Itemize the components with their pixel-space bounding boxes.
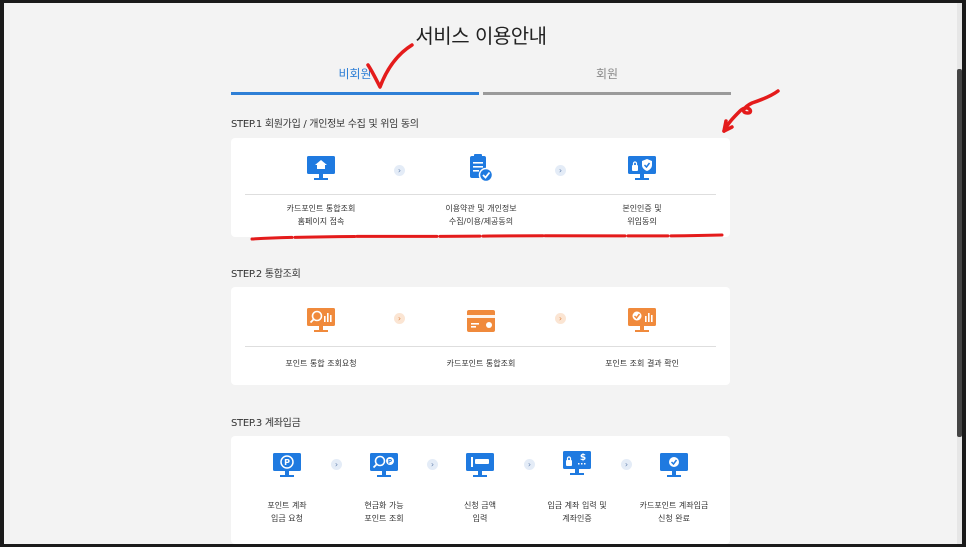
chevron-right-icon: ›: [555, 165, 566, 176]
dollar-lock-monitor-icon: $: [562, 450, 592, 476]
chevron-right-icon: ›: [331, 459, 342, 470]
step3-title: STEP.3 계좌입금: [231, 418, 301, 429]
amount-monitor-icon: [465, 452, 495, 478]
step2-item3-label: 포인트 조회 결과 확인: [605, 359, 679, 368]
step1-item3-label: 본인인증 및 위임동의: [622, 204, 662, 226]
search-point-monitor-icon: P: [369, 452, 399, 478]
divider: [245, 194, 716, 195]
step2-title: STEP.2 통합조회: [231, 269, 301, 280]
search-chart-monitor-icon: [306, 307, 336, 333]
clipboard-check-icon: [466, 153, 494, 183]
svg-text:P: P: [284, 458, 290, 467]
shield-lock-monitor-icon: [627, 155, 657, 181]
chevron-right-icon: ›: [394, 165, 405, 176]
point-monitor-icon: P: [272, 452, 302, 478]
svg-text:$: $: [580, 453, 586, 463]
chevron-right-icon: ›: [427, 459, 438, 470]
home-monitor-icon: [306, 155, 336, 181]
page-title: 서비스 이용안내: [415, 24, 547, 48]
chevron-right-icon: ›: [524, 459, 535, 470]
check-monitor-icon: [659, 452, 689, 478]
chevron-right-icon: ›: [621, 459, 632, 470]
page-frame: 서비스 이용안내 비회원 회원 STEP.1 회원가입 / 개인정보 수집 및 …: [4, 3, 962, 544]
tab-member[interactable]: 회원: [483, 61, 731, 95]
step2-card: › › 포인트 통합 조회요청 카드포인트 통합조회 포인트 조회 결과 확인: [231, 287, 730, 385]
step2-item1-label: 포인트 통합 조회요청: [285, 359, 357, 368]
tab-non-member[interactable]: 비회원: [231, 61, 479, 95]
step3-item5-label: 카드포인트 계좌입금 신청 완료: [639, 501, 709, 523]
step3-card: P › P › › $ › 포인트 계좌 입금 요청 현금화 가능 포인트 조회…: [231, 436, 730, 544]
svg-text:P: P: [388, 459, 393, 466]
scrollbar-thumb[interactable]: [957, 69, 962, 437]
divider: [245, 346, 716, 347]
card-icon: [466, 308, 496, 334]
step1-item2-label: 이용약관 및 개인정보 수집/이용/제공동의: [445, 204, 517, 226]
chevron-right-icon: ›: [394, 313, 405, 324]
chevron-right-icon: ›: [555, 313, 566, 324]
step1-item1-label: 카드포인트 통합조회 홈페이지 접속: [286, 204, 356, 226]
step1-card: › › 카드포인트 통합조회 홈페이지 접속 이용약관 및 개인정보 수집/이용…: [231, 138, 730, 237]
step1-title: STEP.1 회원가입 / 개인정보 수집 및 위임 동의: [231, 119, 419, 130]
step2-item2-label: 카드포인트 통합조회: [446, 359, 516, 368]
member-tabs: 비회원 회원: [231, 61, 731, 95]
check-chart-monitor-icon: [627, 307, 657, 333]
